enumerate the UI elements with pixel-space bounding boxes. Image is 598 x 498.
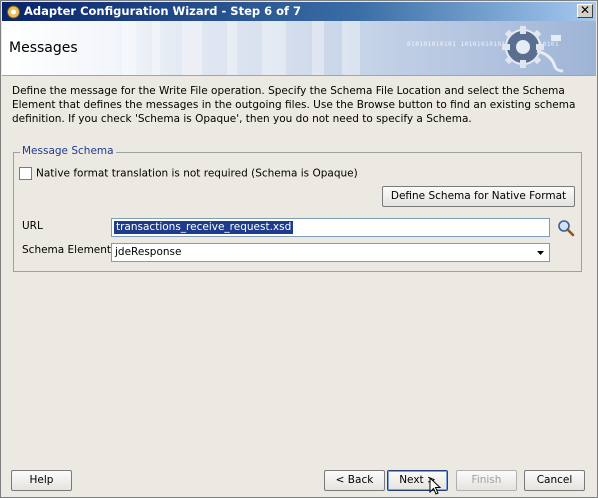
schema-opaque-label: Native format translation is not require… bbox=[36, 167, 358, 180]
back-button[interactable]: < Back bbox=[324, 470, 385, 491]
schema-element-select[interactable]: jdeResponse bbox=[111, 243, 550, 262]
wizard-window: Adapter Configuration Wizard - Step 6 of… bbox=[0, 0, 598, 498]
window-title: Adapter Configuration Wizard - Step 6 of… bbox=[24, 4, 302, 18]
help-button[interactable]: Help bbox=[11, 470, 72, 491]
schema-element-value: jdeResponse bbox=[115, 246, 182, 258]
wizard-content: Define the message for the Write File op… bbox=[2, 77, 596, 462]
cancel-button[interactable]: Cancel bbox=[524, 470, 585, 491]
schema-opaque-option[interactable]: Native format translation is not require… bbox=[19, 167, 358, 181]
schema-element-label: Schema Element bbox=[22, 244, 112, 256]
url-input-value: transactions_receive_request.xsd bbox=[114, 221, 294, 234]
finish-button[interactable]: Finish bbox=[456, 470, 517, 491]
close-button[interactable]: ✕ bbox=[577, 4, 593, 18]
title-bar: Adapter Configuration Wizard - Step 6 of… bbox=[2, 2, 596, 21]
url-label: URL bbox=[22, 220, 43, 232]
define-schema-button[interactable]: Define Schema for Native Format bbox=[382, 186, 575, 207]
step-description: Define the message for the Write File op… bbox=[12, 85, 576, 125]
browse-search-icon[interactable] bbox=[557, 219, 575, 237]
mouse-cursor-icon bbox=[429, 477, 442, 495]
page-title: Messages bbox=[9, 40, 78, 56]
schema-opaque-checkbox[interactable] bbox=[19, 167, 32, 180]
chevron-down-icon[interactable] bbox=[533, 245, 548, 260]
message-schema-legend: Message Schema bbox=[20, 145, 116, 157]
app-icon bbox=[7, 5, 20, 19]
gear-adapter-icon bbox=[502, 26, 564, 73]
url-input[interactable]: transactions_receive_request.xsd bbox=[111, 218, 550, 237]
header-banner: Messages 010101010101 1010101010101 0101… bbox=[2, 21, 596, 76]
